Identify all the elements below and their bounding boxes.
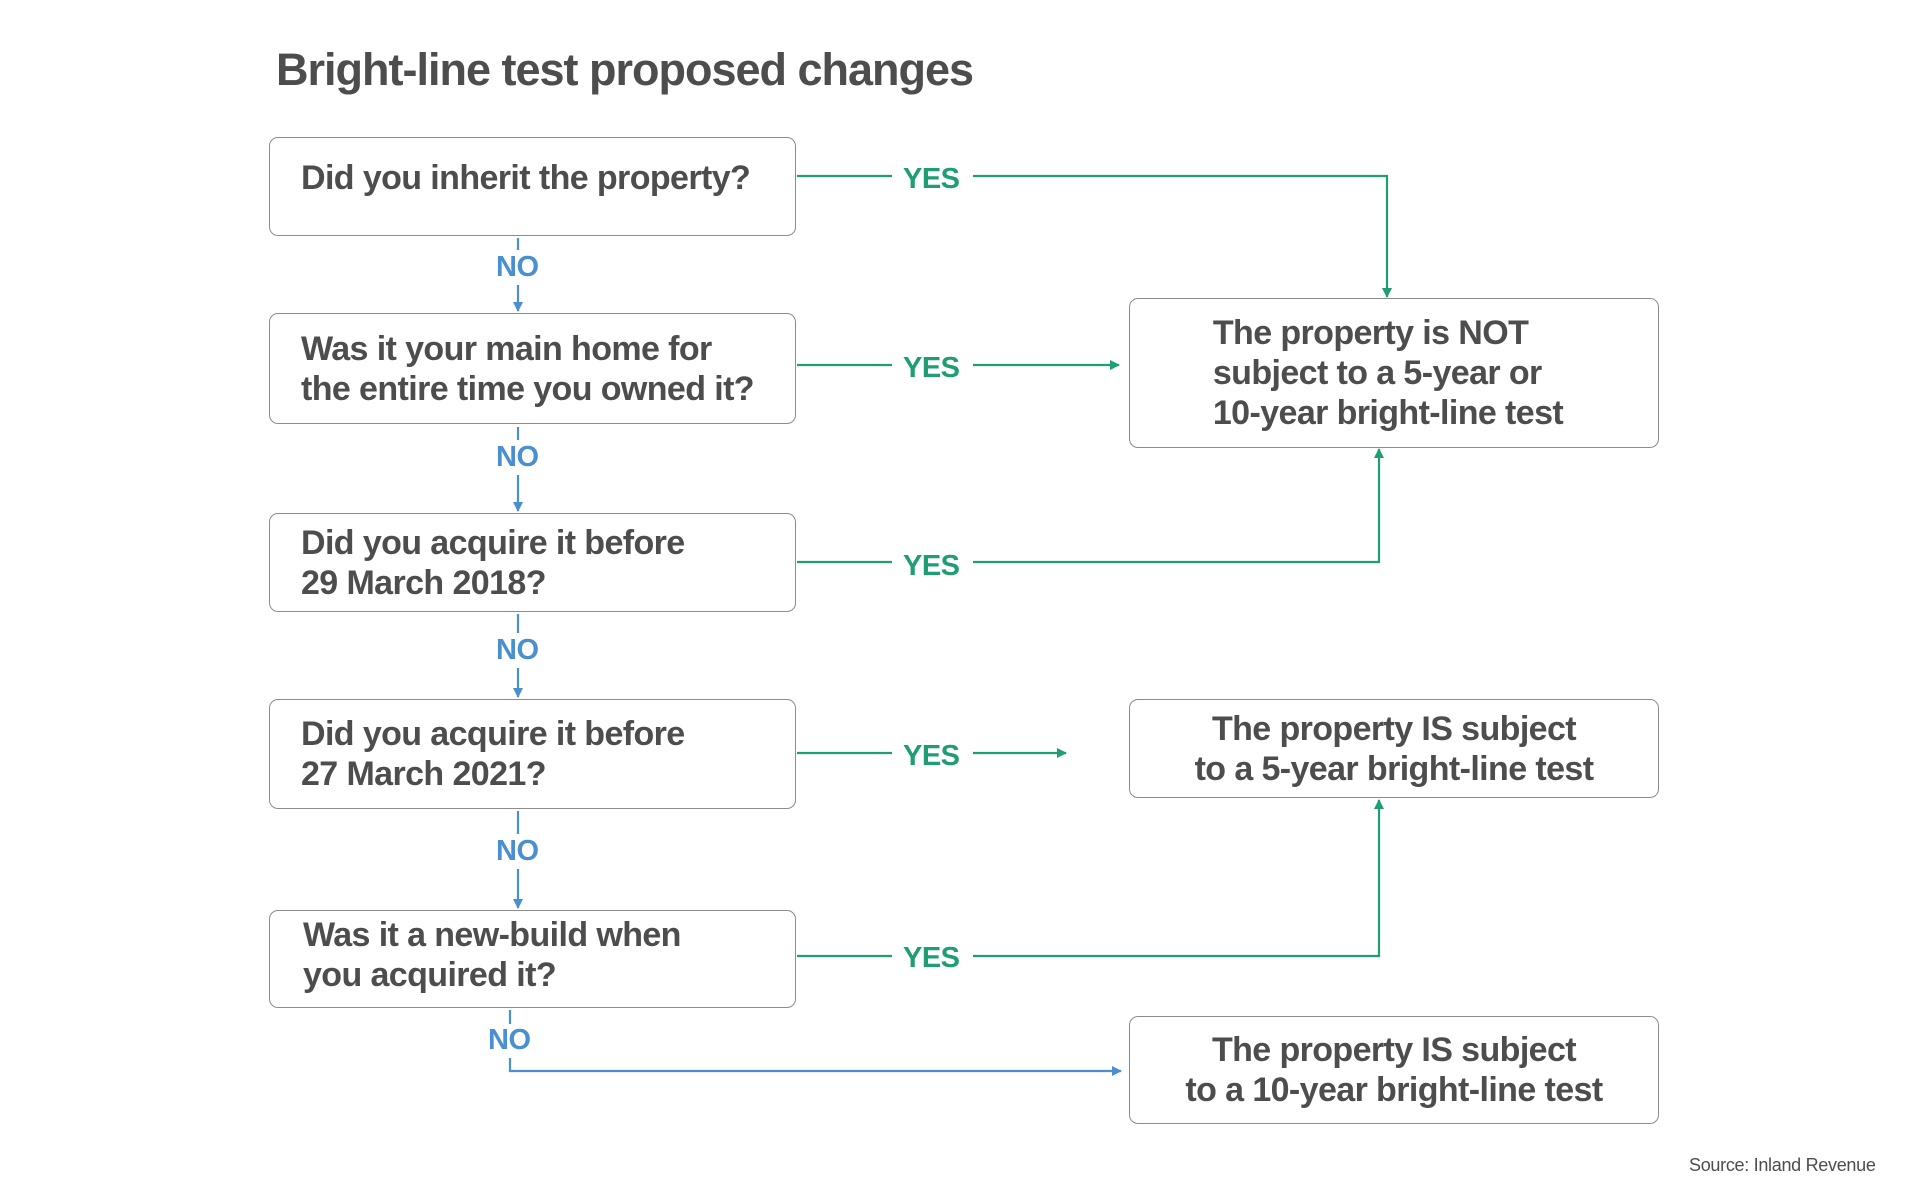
question-text: Was it your main home for the entire tim… bbox=[301, 329, 755, 409]
question-line: 27 March 2021? bbox=[301, 755, 546, 793]
no-label: NO bbox=[496, 251, 539, 283]
yes-label: YES bbox=[903, 740, 960, 772]
outcome-text: The property IS subject to a 5-year brig… bbox=[1195, 709, 1594, 789]
yes-arrow-q1 bbox=[973, 174, 1392, 298]
yes-arrow-q3 bbox=[973, 448, 1384, 564]
outcome-line: subject to a 5-year or bbox=[1212, 354, 1542, 392]
no-label: NO bbox=[496, 634, 539, 666]
outcome-line: 10-year bright-line test bbox=[1212, 394, 1564, 432]
outcome-line: to a 5-year bright-line test bbox=[1194, 749, 1594, 788]
outcome-text: The property is NOT subject to a 5-year … bbox=[1212, 313, 1564, 433]
yes-arrow-q5 bbox=[973, 799, 1384, 958]
outcome-line: to a 10-year bright-line test bbox=[1185, 1071, 1603, 1109]
no-label: NO bbox=[496, 835, 539, 867]
question-text: Was it a new-build when you acquired it? bbox=[303, 915, 681, 995]
yes-label: YES bbox=[903, 352, 960, 384]
question-line: 29 March 2018? bbox=[301, 563, 546, 602]
question-line: Was it a new-build when bbox=[303, 916, 681, 954]
question-line: Was it your main home for bbox=[301, 329, 712, 368]
no-label: NO bbox=[488, 1024, 531, 1056]
question-line: Did you acquire it before bbox=[301, 523, 685, 562]
yes-label: YES bbox=[903, 163, 960, 195]
yes-label: YES bbox=[903, 550, 960, 582]
outcome-text: The property IS subject to a 10-year bri… bbox=[1185, 1030, 1603, 1110]
question-box-before-2021: Did you acquire it before 27 March 2021? bbox=[269, 699, 796, 809]
no-arrow-q5 bbox=[508, 1058, 1122, 1076]
outcome-box-ten-year: The property IS subject to a 10-year bri… bbox=[1129, 1016, 1659, 1124]
question-box-inherit: Did you inherit the property? bbox=[269, 137, 796, 236]
outcome-box-five-year: The property IS subject to a 5-year brig… bbox=[1129, 699, 1659, 798]
question-box-new-build: Was it a new-build when you acquired it? bbox=[269, 910, 796, 1008]
question-box-main-home: Was it your main home for the entire tim… bbox=[269, 313, 796, 424]
question-text: Did you acquire it before 27 March 2021? bbox=[301, 714, 685, 794]
outcome-box-not-subject: The property is NOT subject to a 5-year … bbox=[1129, 298, 1659, 448]
question-line: Did you acquire it before bbox=[301, 715, 685, 753]
outcome-line: The property is NOT bbox=[1212, 314, 1529, 352]
question-line: you acquired it? bbox=[303, 956, 557, 994]
outcome-line: The property IS subject bbox=[1211, 1031, 1577, 1069]
source-note: Source: Inland Revenue bbox=[1689, 1155, 1876, 1175]
question-text: Did you inherit the property? bbox=[301, 158, 751, 197]
question-box-before-2018: Did you acquire it before 29 March 2018? bbox=[269, 513, 796, 612]
outcome-line: The property IS subject bbox=[1211, 709, 1577, 748]
no-label: NO bbox=[496, 441, 539, 473]
question-line: the entire time you owned it? bbox=[301, 369, 755, 408]
question-text: Did you acquire it before 29 March 2018? bbox=[301, 523, 685, 603]
yes-label: YES bbox=[903, 942, 960, 974]
